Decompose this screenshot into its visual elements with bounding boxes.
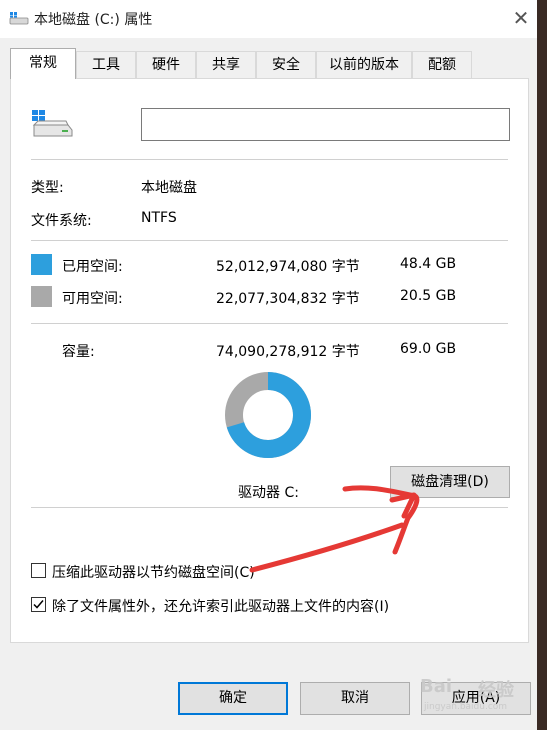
tab-quota[interactable]: 配额 bbox=[412, 51, 472, 78]
type-label: 类型: bbox=[31, 180, 64, 196]
used-space-size: 48.4 GB bbox=[400, 256, 457, 272]
tab-security[interactable]: 安全 bbox=[256, 51, 316, 78]
tab-general[interactable]: 常规 bbox=[10, 48, 76, 79]
watermark-brand: Bai bbox=[420, 676, 453, 697]
usage-donut bbox=[225, 372, 311, 458]
watermark-brand2: 经验 bbox=[478, 680, 514, 701]
divider bbox=[31, 323, 508, 324]
index-checkbox-label: 除了文件属性外，还允许索引此驱动器上文件的内容(I) bbox=[52, 599, 390, 615]
drive-name-input[interactable] bbox=[141, 108, 510, 141]
ok-button[interactable]: 确定 bbox=[178, 682, 288, 715]
divider bbox=[31, 240, 508, 241]
divider bbox=[31, 507, 508, 508]
watermark-logo: Bai 经验 jingyan.baidu.com bbox=[420, 674, 540, 724]
compress-checkbox-label: 压缩此驱动器以节约磁盘空间(C) bbox=[52, 565, 255, 581]
title-bar: 本地磁盘 (C:) 属性 ✕ bbox=[0, 0, 547, 38]
drive-label: 驱动器 C: bbox=[238, 485, 299, 501]
drive-icon bbox=[32, 110, 73, 137]
checkmark-icon bbox=[33, 600, 44, 609]
free-space-swatch bbox=[31, 286, 52, 307]
free-space-size: 20.5 GB bbox=[400, 288, 457, 304]
type-value: 本地磁盘 bbox=[141, 180, 197, 196]
index-checkbox[interactable] bbox=[31, 597, 46, 612]
used-space-bytes: 52,012,974,080 字节 bbox=[216, 259, 360, 275]
divider bbox=[31, 159, 508, 160]
used-space-label: 已用空间: bbox=[62, 259, 123, 275]
capacity-bytes: 74,090,278,912 字节 bbox=[216, 344, 360, 360]
free-space-bytes: 22,077,304,832 字节 bbox=[216, 291, 360, 307]
filesystem-label: 文件系统: bbox=[31, 213, 92, 229]
tab-previous-versions[interactable]: 以前的版本 bbox=[316, 51, 412, 78]
close-icon[interactable]: ✕ bbox=[505, 3, 537, 33]
compress-checkbox[interactable] bbox=[31, 563, 46, 578]
used-space-swatch bbox=[31, 254, 52, 275]
capacity-size: 69.0 GB bbox=[400, 341, 457, 357]
capacity-label: 容量: bbox=[62, 344, 95, 360]
disk-cleanup-button[interactable]: 磁盘清理(D) bbox=[390, 466, 510, 498]
filesystem-value: NTFS bbox=[141, 210, 177, 226]
cancel-button[interactable]: 取消 bbox=[300, 682, 410, 715]
drive-icon bbox=[9, 12, 29, 25]
background-strip bbox=[537, 0, 547, 730]
free-space-label: 可用空间: bbox=[62, 291, 123, 307]
window-title: 本地磁盘 (C:) 属性 bbox=[34, 12, 153, 28]
watermark-sub: jingyan.baidu.com bbox=[424, 702, 508, 712]
tab-sharing[interactable]: 共享 bbox=[196, 51, 256, 78]
tab-tools[interactable]: 工具 bbox=[76, 51, 136, 78]
tab-hardware[interactable]: 硬件 bbox=[136, 51, 196, 78]
